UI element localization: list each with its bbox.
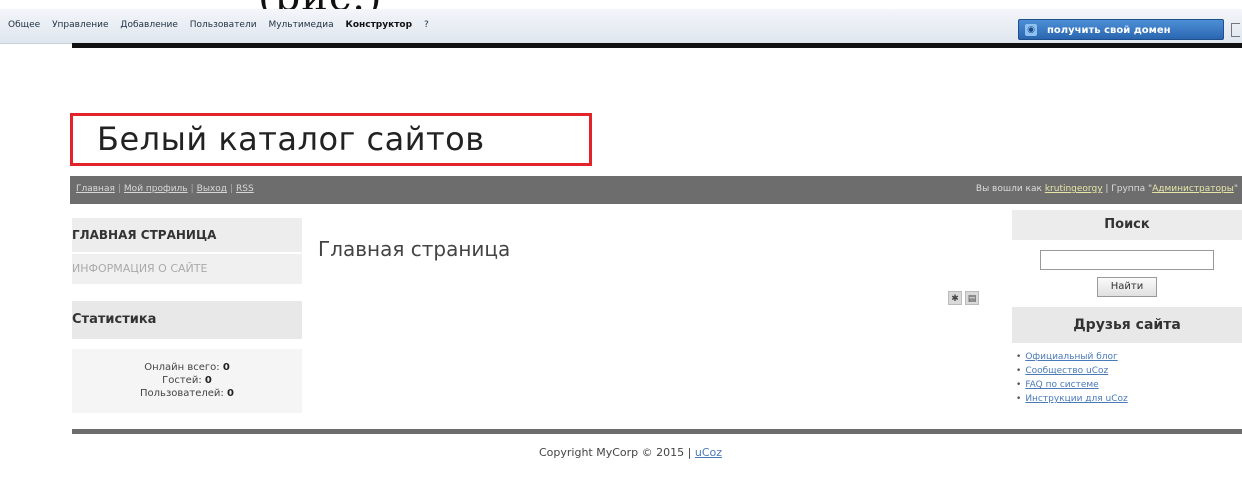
get-domain-button[interactable]: ◉ получить свой домен — [1018, 19, 1224, 40]
search-input[interactable] — [1040, 250, 1214, 270]
search-title: Поиск — [1012, 210, 1242, 240]
logged-prefix: Вы вошли как — [975, 184, 1042, 194]
list-item: Официальный блог — [1016, 350, 1128, 364]
admin-menu: Общее Управление Добавление Пользователи… — [8, 20, 438, 30]
search-button[interactable]: Найти — [1097, 277, 1157, 297]
friend-link-faq[interactable]: FAQ по системе — [1025, 380, 1098, 390]
list-item: FAQ по системе — [1016, 378, 1128, 392]
panel-toggle-icon[interactable] — [1231, 23, 1240, 37]
user-info: Вы вошли как krutingeorgy | Группа "Адми… — [976, 184, 1238, 194]
menu-home-page[interactable]: ГЛАВНАЯ СТРАНИЦА — [72, 218, 302, 252]
friend-link-blog[interactable]: Официальный блог — [1025, 352, 1117, 362]
users-count: Пользователей: 0 — [140, 388, 234, 399]
admin-menu-users[interactable]: Пользователи — [190, 20, 257, 30]
nav-links: Главная | Мой профиль | Выход | RSS — [76, 184, 254, 194]
group-prefix: | Группа " — [1105, 184, 1153, 194]
get-domain-label: получить свой домен — [1047, 25, 1171, 36]
admin-menu-add[interactable]: Добавление — [120, 20, 177, 30]
list-item: Сообщество uCoz — [1016, 364, 1128, 378]
admin-menu-general[interactable]: Общее — [8, 20, 40, 30]
nav-bar: Главная | Мой профиль | Выход | RSS Вы вошли к… — [70, 176, 1242, 204]
copyright-text: Copyright MyCorp © 2015 — [539, 446, 685, 459]
online-total: Онлайн всего: 0 — [144, 362, 230, 373]
friend-link-instructions[interactable]: Инструкции для uCoz — [1025, 394, 1127, 404]
admin-menu-manage[interactable]: Управление — [52, 20, 108, 30]
globe-icon: ◉ — [1025, 24, 1037, 36]
nav-profile-link[interactable]: Мой профиль — [124, 184, 188, 194]
admin-menu-multimedia[interactable]: Мультимедиа — [268, 20, 333, 30]
friends-list: Официальный блог Сообщество uCoz FAQ по … — [1016, 350, 1128, 406]
footer-separator: | — [687, 446, 692, 459]
statistics-title: Статистика — [72, 301, 302, 339]
page-tools: ✱ ▤ — [948, 286, 982, 305]
admin-menu-constructor[interactable]: Конструктор — [345, 20, 412, 30]
nav-home-link[interactable]: Главная — [76, 184, 115, 194]
edit-icon[interactable]: ▤ — [965, 291, 979, 305]
friends-title: Друзья сайта — [1012, 307, 1242, 343]
footer: Copyright MyCorp © 2015 | uCoz — [539, 446, 722, 459]
nav-rss-link[interactable]: RSS — [236, 184, 254, 194]
print-icon[interactable]: ✱ — [948, 291, 962, 305]
menu-site-info[interactable]: ИНФОРМАЦИЯ О САЙТЕ — [72, 254, 302, 284]
admin-menu-help[interactable]: ? — [424, 20, 429, 30]
group-suffix: " — [1233, 184, 1238, 194]
ucoz-link[interactable]: uCoz — [695, 446, 722, 459]
footer-divider — [72, 429, 1242, 434]
username-link[interactable]: krutingeorgy — [1045, 184, 1103, 194]
friend-link-community[interactable]: Сообщество uCoz — [1025, 366, 1108, 376]
page-title: Главная страница — [318, 237, 511, 261]
guests-count: Гостей: 0 — [162, 375, 212, 386]
group-link[interactable]: Администраторы — [1152, 184, 1234, 194]
site-title: Белый каталог сайтов — [97, 120, 485, 158]
header-divider — [72, 43, 1242, 48]
statistics-block: Онлайн всего: 0 Гостей: 0 Пользователей:… — [72, 349, 302, 413]
nav-logout-link[interactable]: Выход — [197, 184, 227, 194]
list-item: Инструкции для uCoz — [1016, 392, 1127, 406]
admin-bar: Общее Управление Добавление Пользователи… — [0, 9, 1242, 44]
site-logo[interactable]: Белый каталог сайтов — [70, 113, 592, 166]
